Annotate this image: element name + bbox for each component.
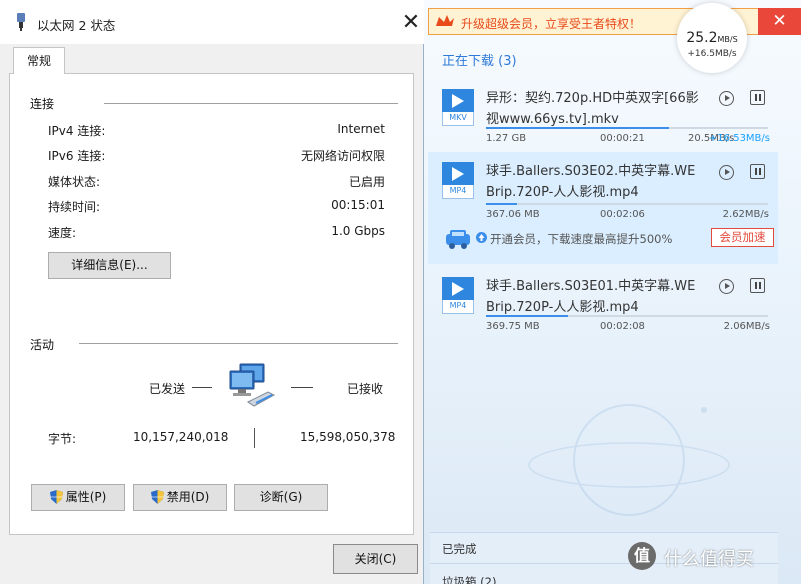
bytes-received: 15,598,050,378 [300, 430, 396, 444]
speed-label: 速度: [48, 226, 77, 240]
trash-label: 垃圾箱 (2) [442, 575, 497, 584]
media-state-value: 已启用 [348, 175, 385, 189]
play-icon[interactable] [719, 165, 734, 180]
disable-label: 禁用(D) [166, 490, 210, 504]
connection-heading: 连接 [30, 97, 55, 111]
file-size: 369.75 MB [486, 321, 540, 332]
speed-gauge: 25.2MB/S +16.5MB/s [677, 3, 747, 73]
tab-general[interactable]: 常规 [13, 47, 65, 74]
promo-text: 升级超级会员，立享受王者特权！ [461, 17, 642, 31]
file-size: 1.27 GB [486, 133, 527, 144]
upgrade-arrow-icon [476, 232, 487, 243]
close-button[interactable]: 关闭(C) [333, 544, 418, 574]
title-bar: 以太网 2 状态 ✕ [0, 0, 424, 44]
vip-upsell-row: 开通会员，下载速度最高提升500% 会员加速 [444, 228, 774, 249]
completed-label: 已完成 [442, 542, 477, 556]
progress-bar [486, 127, 768, 129]
window-title: 以太网 2 状态 [37, 18, 116, 33]
video-file-icon: MP4 [442, 277, 474, 314]
details-button[interactable]: 详细信息(E)... [48, 252, 171, 279]
file-name: 球手.Ballers.S03E02.中英字幕.WEBrip.720P-人人影视.… [486, 164, 696, 200]
speed-value: 25.2 [686, 30, 718, 46]
uac-shield-icon [49, 490, 63, 504]
time-remaining: 00:00:21 [600, 133, 645, 144]
ipv4-value: Internet [337, 122, 385, 136]
ipv4-label: IPv4 连接: [48, 124, 106, 138]
vip-upsell-text: 开通会员，下载速度最高提升500% [490, 232, 673, 246]
speed-readout: 25.2MB/S [677, 30, 747, 46]
file-name: 球手.Ballers.S03E01.中英字幕.WEBrip.720P-人人影视.… [486, 279, 696, 315]
download-speed: 2.62MB/s [722, 209, 769, 220]
progress-bar [486, 203, 768, 205]
duration-label: 持续时间: [48, 200, 101, 214]
downloading-heading[interactable]: 正在下载 (3) [442, 50, 517, 69]
divider [79, 343, 398, 344]
ipv6-label: IPv6 连接: [48, 149, 106, 163]
sent-line [192, 387, 212, 388]
close-icon[interactable]: ✕ [758, 8, 801, 35]
divider [104, 103, 398, 104]
duration-value: 00:15:01 [331, 198, 385, 212]
network-adapter-icon [17, 13, 25, 31]
progress-fill [486, 315, 568, 317]
properties-button[interactable]: 属性(P) [31, 484, 125, 511]
file-size: 367.06 MB [486, 209, 540, 220]
boost-speed: +16.53MB/s [708, 133, 770, 144]
speed-value: 1.0 Gbps [331, 224, 385, 238]
bytes-divider [254, 428, 255, 448]
uac-shield-icon [150, 490, 164, 504]
time-remaining: 00:02:06 [600, 209, 645, 220]
watermark-text: 什么值得买 [664, 549, 754, 570]
properties-label: 属性(P) [65, 490, 107, 504]
pause-icon[interactable] [750, 164, 765, 179]
watermark: 值 什么值得买 [628, 542, 798, 572]
general-panel [9, 73, 414, 535]
video-file-icon: MP4 [442, 162, 474, 199]
watermark-logo-icon: 值 [628, 542, 656, 570]
network-computers-icon [229, 363, 276, 407]
file-name: 异形：契约.720p.HD中英双字[66影视www.66ys.tv].mkv [486, 91, 699, 127]
diagnose-button[interactable]: 诊断(G) [234, 484, 328, 511]
bytes-sent: 10,157,240,018 [133, 430, 229, 444]
pause-icon[interactable] [750, 278, 765, 293]
progress-fill [486, 203, 518, 205]
speed-boost: +16.5MB/s [687, 49, 737, 59]
speed-unit: MB/S [717, 35, 738, 44]
video-file-icon: MKV [442, 89, 474, 126]
network-status-window: 以太网 2 状态 ✕ 常规 连接 IPv4 连接: Internet IPv6 … [0, 0, 424, 584]
download-manager-panel: 升级超级会员，立享受王者特权！ ✕ 25.2MB/S +16.5MB/s 正在下… [424, 0, 801, 584]
background-planet-art [528, 404, 730, 516]
progress-fill [486, 127, 670, 129]
vip-boost-button[interactable]: 会员加速 [711, 228, 774, 247]
time-remaining: 00:02:08 [600, 321, 645, 332]
bytes-label: 字节: [48, 432, 77, 446]
pause-icon[interactable] [750, 90, 765, 105]
download-item[interactable]: MP4 球手.Ballers.S03E01.中英字幕.WEBrip.720P-人… [432, 272, 779, 368]
received-label: 已接收 [347, 382, 384, 396]
received-line [291, 387, 313, 388]
speed-car-icon [446, 230, 470, 249]
crown-icon [436, 15, 454, 26]
play-icon[interactable] [719, 91, 734, 106]
media-state-label: 媒体状态: [48, 175, 101, 189]
close-icon[interactable]: ✕ [398, 10, 424, 36]
play-icon[interactable] [719, 279, 734, 294]
download-speed: 2.06MB/s [723, 321, 770, 332]
sent-label: 已发送 [149, 382, 186, 396]
disable-button[interactable]: 禁用(D) [133, 484, 227, 511]
activity-heading: 活动 [30, 338, 55, 352]
ipv6-value: 无网络访问权限 [300, 149, 385, 163]
progress-bar [486, 315, 768, 317]
download-item[interactable]: MP4 球手.Ballers.S03E02.中英字幕.WEBrip.720P-人… [428, 152, 778, 264]
